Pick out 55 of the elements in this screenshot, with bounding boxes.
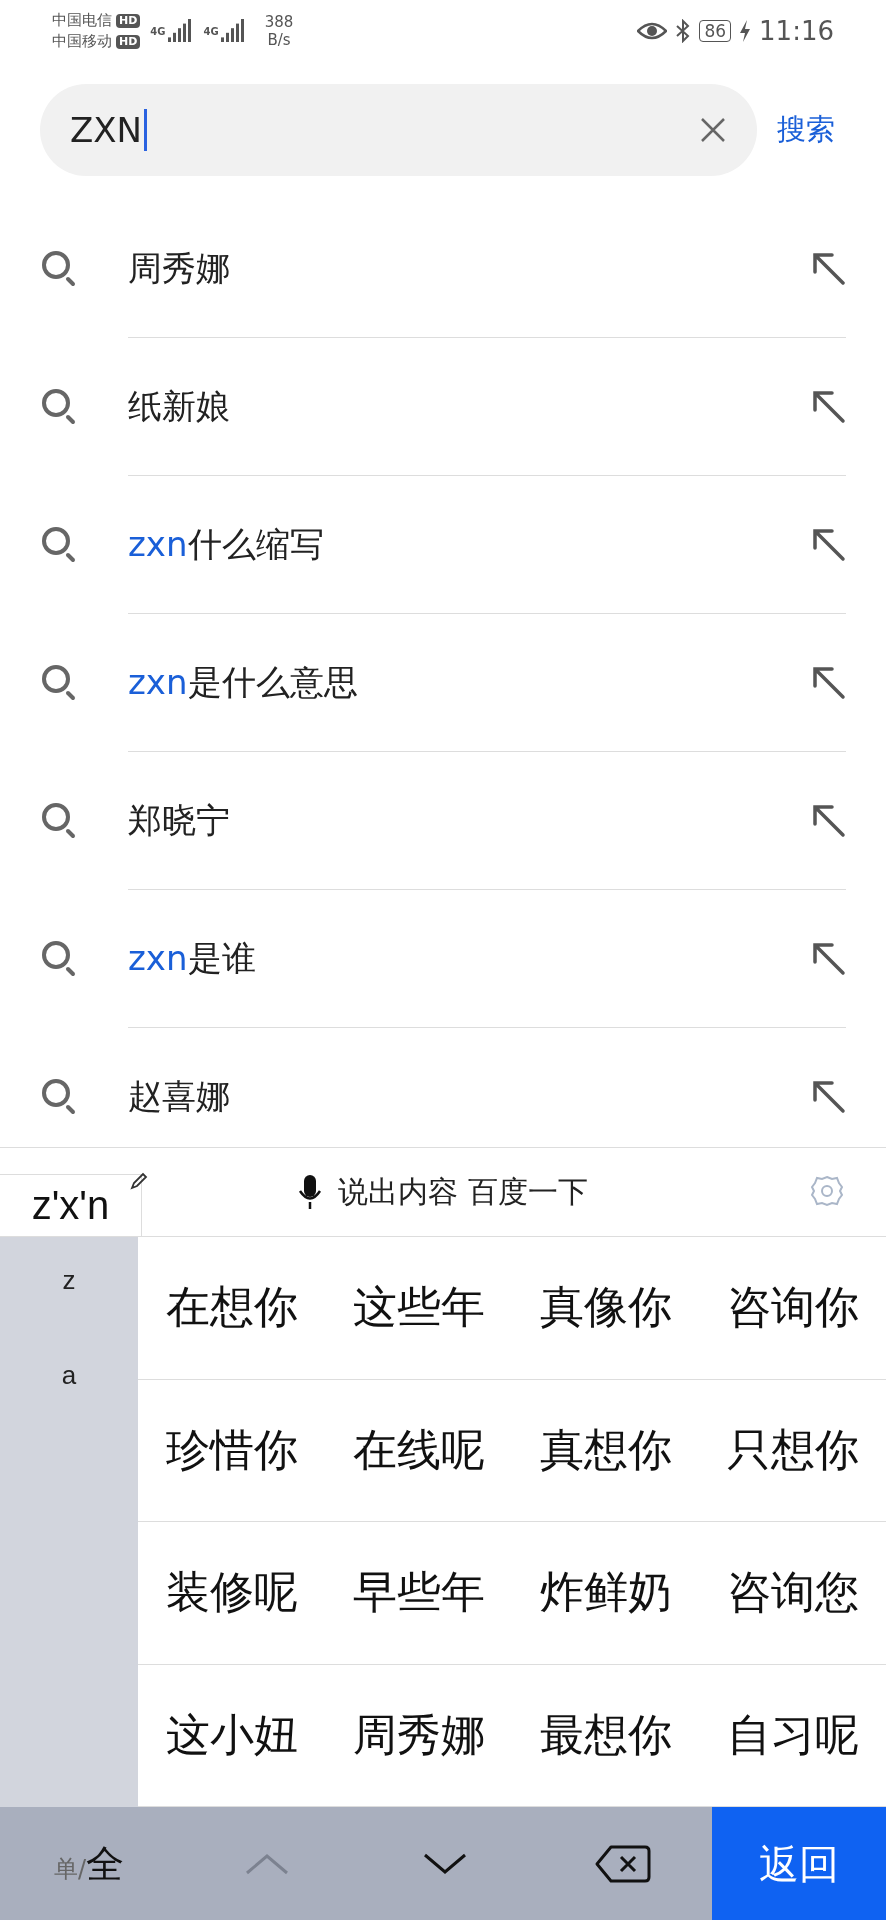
arrow-icon[interactable]: [812, 942, 846, 976]
speed-unit: B/s: [267, 31, 291, 49]
candidate-word[interactable]: 在想你: [138, 1237, 325, 1380]
candidate-word[interactable]: 炸鲜奶: [512, 1522, 699, 1665]
width-toggle[interactable]: 全: [86, 1838, 125, 1890]
backspace-icon[interactable]: [595, 1845, 651, 1883]
suggestion-text[interactable]: 纸新娘: [128, 384, 812, 430]
return-key[interactable]: 返回: [712, 1807, 886, 1920]
microphone-icon[interactable]: [298, 1174, 323, 1210]
candidate-word[interactable]: 在线呢: [325, 1379, 512, 1522]
carrier-name: 中国电信: [52, 11, 112, 30]
suggestion-text[interactable]: zxn是谁: [128, 936, 812, 982]
arrow-icon[interactable]: [812, 1080, 846, 1114]
close-icon[interactable]: [699, 116, 727, 144]
candidate-word[interactable]: 咨询你: [699, 1237, 886, 1380]
suggestion-text[interactable]: 郑晓宁: [128, 798, 812, 844]
candidate-word[interactable]: 真像你: [512, 1237, 699, 1380]
arrow-icon[interactable]: [812, 390, 846, 424]
candidate-word[interactable]: 真想你: [512, 1379, 699, 1522]
hd-badge: HD: [116, 34, 141, 49]
candidate-word[interactable]: 装修呢: [138, 1522, 325, 1665]
voice-input-hint[interactable]: 说出内容 百度一下: [338, 1171, 588, 1213]
candidate-word[interactable]: 咨询您: [699, 1522, 886, 1665]
arrow-icon[interactable]: [812, 252, 846, 286]
bluetooth-icon: [675, 19, 692, 43]
pinyin-option[interactable]: z: [62, 1265, 76, 1296]
network-type: 4G: [203, 25, 219, 37]
network-speed: 388: [264, 13, 294, 31]
pinyin-option[interactable]: a: [61, 1360, 77, 1391]
network-type: 4G: [150, 25, 166, 37]
candidate-word[interactable]: 只想你: [699, 1379, 886, 1522]
arrow-icon[interactable]: [812, 528, 846, 562]
suggestion-text[interactable]: 周秀娜: [128, 246, 812, 292]
pencil-icon[interactable]: [130, 1172, 148, 1190]
eye-icon: [637, 21, 668, 41]
candidate-word[interactable]: 珍惜你: [138, 1379, 325, 1522]
candidate-word[interactable]: 早些年: [325, 1522, 512, 1665]
down-chevron-icon[interactable]: [423, 1853, 467, 1875]
search-field[interactable]: ZXN: [40, 84, 757, 176]
arrow-icon[interactable]: [812, 804, 846, 838]
hd-badge: HD: [116, 13, 141, 28]
suggestion-text[interactable]: 赵喜娜: [128, 1074, 812, 1120]
composing-text: z'x'n: [0, 1174, 142, 1236]
candidate-word[interactable]: 这些年: [325, 1237, 512, 1380]
signal-icon: [220, 18, 247, 44]
charging-icon: [739, 19, 752, 43]
separator-slash: /: [77, 1854, 87, 1883]
suggestion-text[interactable]: zxn是什么意思: [128, 660, 812, 706]
suggestion-text[interactable]: zxn什么缩写: [128, 522, 812, 568]
clock-time: 11:16: [759, 16, 834, 46]
arrow-icon[interactable]: [812, 666, 846, 700]
battery-level: 86: [699, 20, 732, 42]
search-button[interactable]: 搜索: [777, 110, 835, 150]
carrier-name: 中国移动: [52, 32, 112, 51]
signal-icon: [167, 18, 194, 44]
